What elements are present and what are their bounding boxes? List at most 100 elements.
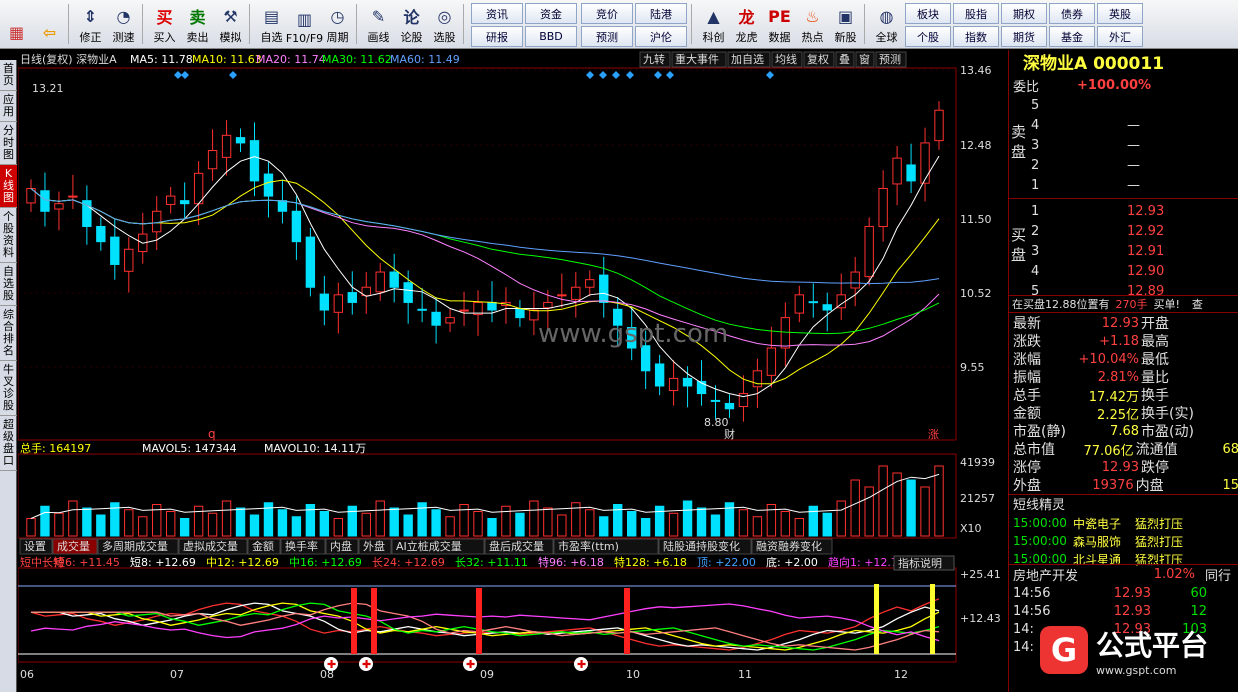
volume-bar bbox=[445, 516, 455, 537]
left-tab-6[interactable]: 综合排名 bbox=[0, 306, 17, 361]
event-diamond-icon[interactable] bbox=[174, 71, 182, 79]
volume-header-label: MAVOL10: 14.11万 bbox=[264, 442, 366, 455]
toolbar-button-globe[interactable]: ◍ 全球 bbox=[870, 0, 903, 48]
candle-down bbox=[40, 190, 50, 212]
left-tab-0[interactable]: 首页 bbox=[0, 60, 17, 91]
toolbar-button-chat[interactable]: 论论股 bbox=[395, 0, 428, 48]
toolbar-button-pe[interactable]: PE 数据 bbox=[763, 0, 796, 48]
toolbar-button-filter[interactable]: ◎ 选股 bbox=[428, 0, 461, 48]
toolbar-grid-button[interactable]: 期货 bbox=[1001, 26, 1047, 47]
toolbar-button-new[interactable]: ▣ 新股 bbox=[829, 0, 862, 48]
volume-tab-label: 虚拟成交量 bbox=[183, 539, 238, 553]
sell-level-row: 1— bbox=[1009, 176, 1238, 194]
candle-down bbox=[403, 282, 413, 303]
event-diamond-icon[interactable] bbox=[599, 71, 607, 79]
sell-level-row: 4— bbox=[1009, 116, 1238, 134]
toolbar-button-buy[interactable]: 买买入 bbox=[148, 0, 181, 48]
notice-text: 在买盘12.88位置有 bbox=[1012, 298, 1110, 311]
event-diamond-icon[interactable] bbox=[654, 71, 662, 79]
toolbar-grid-button[interactable]: 陆港 bbox=[635, 3, 687, 24]
candle-up bbox=[333, 294, 344, 313]
kline-svg[interactable]: 日线(复权) 深物业A MA5: 11.78 MA10: 11.63MA20: 11… bbox=[18, 50, 1008, 682]
left-tab-3[interactable]: K线图 bbox=[0, 165, 17, 208]
toolbar-button-chart[interactable]: ▲ 科创 bbox=[697, 0, 730, 48]
toolbar-grid-button[interactable]: BBD bbox=[525, 26, 577, 47]
toolbar-grid-button[interactable]: 期权 bbox=[1001, 3, 1047, 24]
toolbar-button-grid[interactable]: ▦ bbox=[0, 0, 33, 48]
toolbar-grid-button[interactable]: 竞价 bbox=[581, 3, 633, 24]
candle-up bbox=[124, 248, 134, 272]
logo-main-text: 公式平台 bbox=[1096, 628, 1209, 662]
toolbar-grid-button[interactable]: 预测 bbox=[581, 26, 633, 47]
kline-header-button-label: 复权 bbox=[807, 52, 829, 66]
kline-chart-area[interactable]: 日线(复权) 深物业A MA5: 11.78 MA10: 11.63 MA20: 11… bbox=[18, 50, 1008, 682]
candle-down bbox=[179, 200, 190, 205]
pe-icon: PE bbox=[768, 6, 791, 26]
fire-icon: ♨ bbox=[805, 6, 820, 26]
toolbar-grid-button[interactable]: 沪伦 bbox=[635, 26, 687, 47]
toolbar-grid-button[interactable]: 基金 bbox=[1049, 26, 1095, 47]
volume-bar bbox=[347, 505, 357, 537]
toolbar-grid-button[interactable]: 债券 bbox=[1049, 3, 1095, 24]
toolbar-button-folder[interactable]: ▤ 自选 bbox=[255, 0, 288, 48]
event-diamond-icon[interactable] bbox=[586, 71, 594, 79]
buy-signal-icon: ✚ bbox=[362, 658, 371, 671]
tick-price: 12.93 bbox=[1113, 585, 1151, 601]
quote-stat-row: 振幅 2.81% 量比 bbox=[1009, 368, 1238, 387]
buy-level-number: 2 bbox=[1031, 223, 1040, 239]
left-tab-1[interactable]: 应用 bbox=[0, 91, 17, 122]
left-tab-4[interactable]: 个股资料 bbox=[0, 208, 17, 263]
toolbar-button-back[interactable]: ⇦ bbox=[33, 0, 66, 48]
event-diamond-icon[interactable] bbox=[766, 71, 774, 79]
left-tab-8[interactable]: 超级盘口 bbox=[0, 416, 17, 471]
toolbar-grid-button[interactable]: 外汇 bbox=[1097, 26, 1143, 47]
toolbar-button-up-down[interactable]: ⇕ 修正 bbox=[74, 0, 107, 48]
toolbar-button-fire[interactable]: ♨ 热点 bbox=[796, 0, 829, 48]
toolbar-button-pen[interactable]: ✎ 画线 bbox=[362, 0, 395, 48]
toolbar-grid-button[interactable]: 资讯 bbox=[471, 3, 523, 24]
watermark-text: www.gspt.com bbox=[538, 319, 728, 349]
toolbar-grid-button[interactable]: 资金 bbox=[525, 3, 577, 24]
date-axis-label: 06 bbox=[20, 668, 34, 681]
event-diamond-icon[interactable] bbox=[181, 71, 189, 79]
event-diamond-icon[interactable] bbox=[626, 71, 634, 79]
candle-down bbox=[319, 293, 330, 311]
candle-up bbox=[920, 142, 930, 184]
event-diamond-icon[interactable] bbox=[229, 71, 237, 79]
toolbar-grid-button[interactable]: 英股 bbox=[1097, 3, 1143, 24]
volume-bar bbox=[878, 465, 888, 537]
stat-label2: 量比 bbox=[1141, 370, 1169, 386]
left-tab-5[interactable]: 自选股 bbox=[0, 263, 17, 306]
ma-label: MA60: 11.49 bbox=[390, 53, 460, 66]
event-diamond-icon[interactable] bbox=[666, 71, 674, 79]
toolbar-grid-button[interactable]: 股指 bbox=[953, 3, 999, 24]
left-tab-7[interactable]: 牛叉诊股 bbox=[0, 361, 17, 416]
candle-up bbox=[165, 195, 176, 205]
volume-bar bbox=[333, 518, 344, 537]
candle-up bbox=[54, 203, 64, 210]
candle-down bbox=[487, 301, 497, 311]
event-mark-cai[interactable]: 财 bbox=[724, 427, 735, 441]
volume-bar bbox=[68, 500, 78, 537]
toolbar-button-tiger[interactable]: 龙龙虎 bbox=[730, 0, 763, 48]
event-diamond-icon[interactable] bbox=[612, 71, 620, 79]
toolbar-button-sell[interactable]: 卖卖出 bbox=[181, 0, 214, 48]
toolbar-button-clock[interactable]: ◔ 测速 bbox=[107, 0, 140, 48]
sprite-row: 15:00:00 中瓷电子 猛烈打压 bbox=[1009, 514, 1238, 532]
toolbar-button-label: 自选 bbox=[260, 31, 283, 44]
toolbar-separator bbox=[142, 4, 146, 44]
event-mark-zhang[interactable]: 涨 bbox=[928, 428, 939, 441]
toolbar-button-hammer[interactable]: ⚒ 模拟 bbox=[214, 0, 247, 48]
buy-level-row: 2 12.92 bbox=[1009, 222, 1238, 240]
toolbar-grid-button[interactable]: 个股 bbox=[905, 26, 951, 47]
volume-bar bbox=[822, 512, 832, 537]
toolbar-button-doc[interactable]: ▥ F10/F9 bbox=[286, 0, 323, 48]
event-mark-q[interactable]: q bbox=[208, 427, 216, 441]
left-tab-2[interactable]: 分时图 bbox=[0, 122, 17, 165]
toolbar-grid-grid2: 竞价 陆港 预测 沪伦 bbox=[579, 0, 689, 48]
toolbar-button-period[interactable]: ◷ 周期 bbox=[321, 0, 354, 48]
toolbar-grid-button[interactable]: 指数 bbox=[953, 26, 999, 47]
candle-down bbox=[654, 363, 665, 387]
toolbar-grid-button[interactable]: 研报 bbox=[471, 26, 523, 47]
toolbar-grid-button[interactable]: 板块 bbox=[905, 3, 951, 24]
